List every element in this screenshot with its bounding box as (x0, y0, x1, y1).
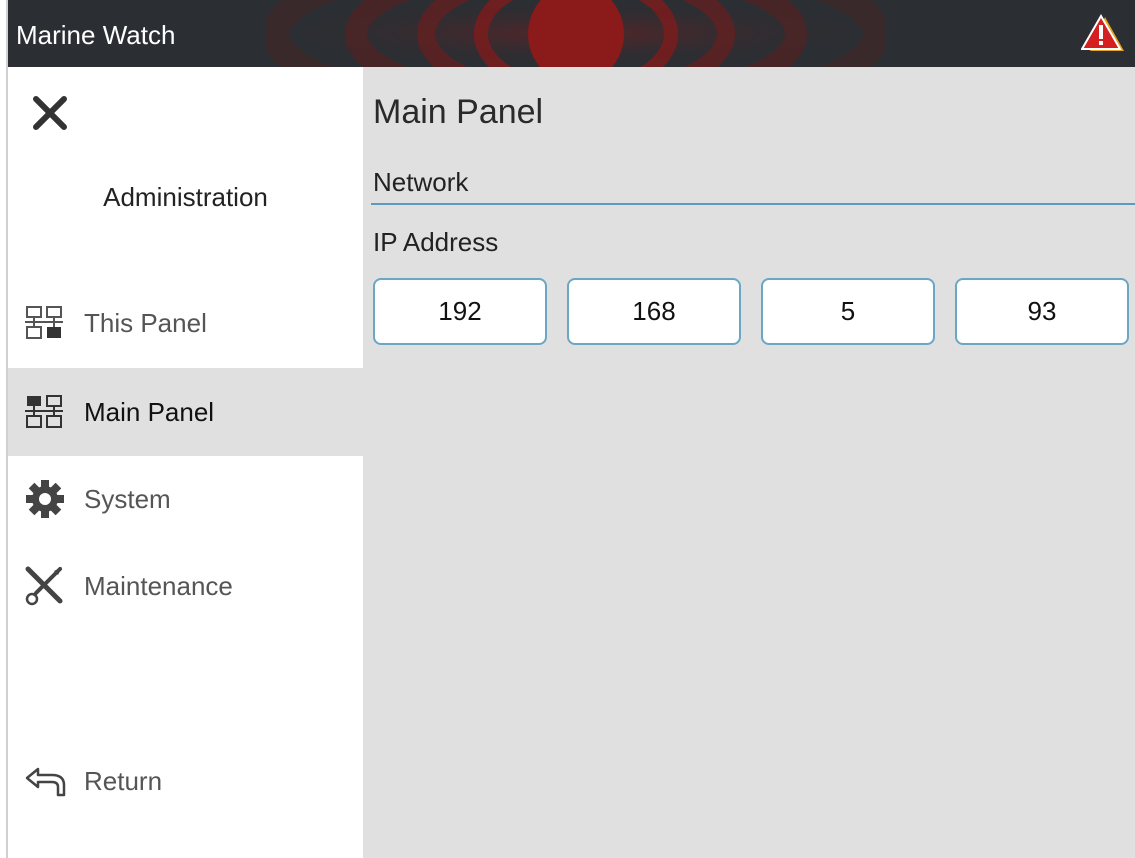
close-icon[interactable] (30, 93, 70, 133)
page-title: Main Panel (373, 93, 544, 131)
tools-icon (18, 566, 72, 606)
sidebar: Administration This Panel Main Panel Sys… (8, 67, 363, 858)
ip-octet-4-field[interactable]: 93 (955, 278, 1129, 345)
sidebar-item-label: Maintenance (84, 570, 233, 601)
title-bar: Marine Watch (8, 0, 1135, 67)
warning-triangle-icon[interactable] (1081, 14, 1125, 54)
network-icon (18, 303, 72, 343)
app-title: Marine Watch (16, 20, 176, 50)
ip-octet-2-field[interactable]: 168 (567, 278, 741, 345)
return-arrow-icon (18, 761, 72, 801)
section-title-network: Network (373, 167, 469, 197)
sidebar-heading: Administration (103, 182, 268, 212)
ip-octet-3-field[interactable]: 5 (761, 278, 935, 345)
ip-address-label: IP Address (373, 227, 499, 257)
main-panel: Main Panel Network IP Address 192 168 5 … (363, 67, 1135, 858)
return-button[interactable]: Return (8, 737, 363, 825)
window-left-edge (0, 0, 8, 858)
sidebar-item-label: This Panel (84, 307, 207, 338)
sidebar-item-maintenance[interactable]: Maintenance (8, 542, 363, 630)
return-label: Return (84, 765, 163, 796)
ip-octet-1-field[interactable]: 192 (373, 278, 547, 345)
gear-icon (18, 479, 72, 519)
sidebar-item-system[interactable]: System (8, 455, 363, 543)
sidebar-item-label: Main Panel (84, 396, 215, 427)
alarm-pulse-graphic (266, 0, 886, 67)
sidebar-item-this-panel[interactable]: This Panel (8, 279, 363, 367)
section-divider (371, 203, 1135, 205)
sidebar-item-main-panel[interactable]: Main Panel (8, 368, 363, 456)
network-icon (18, 392, 72, 432)
sidebar-item-label: System (84, 483, 171, 514)
